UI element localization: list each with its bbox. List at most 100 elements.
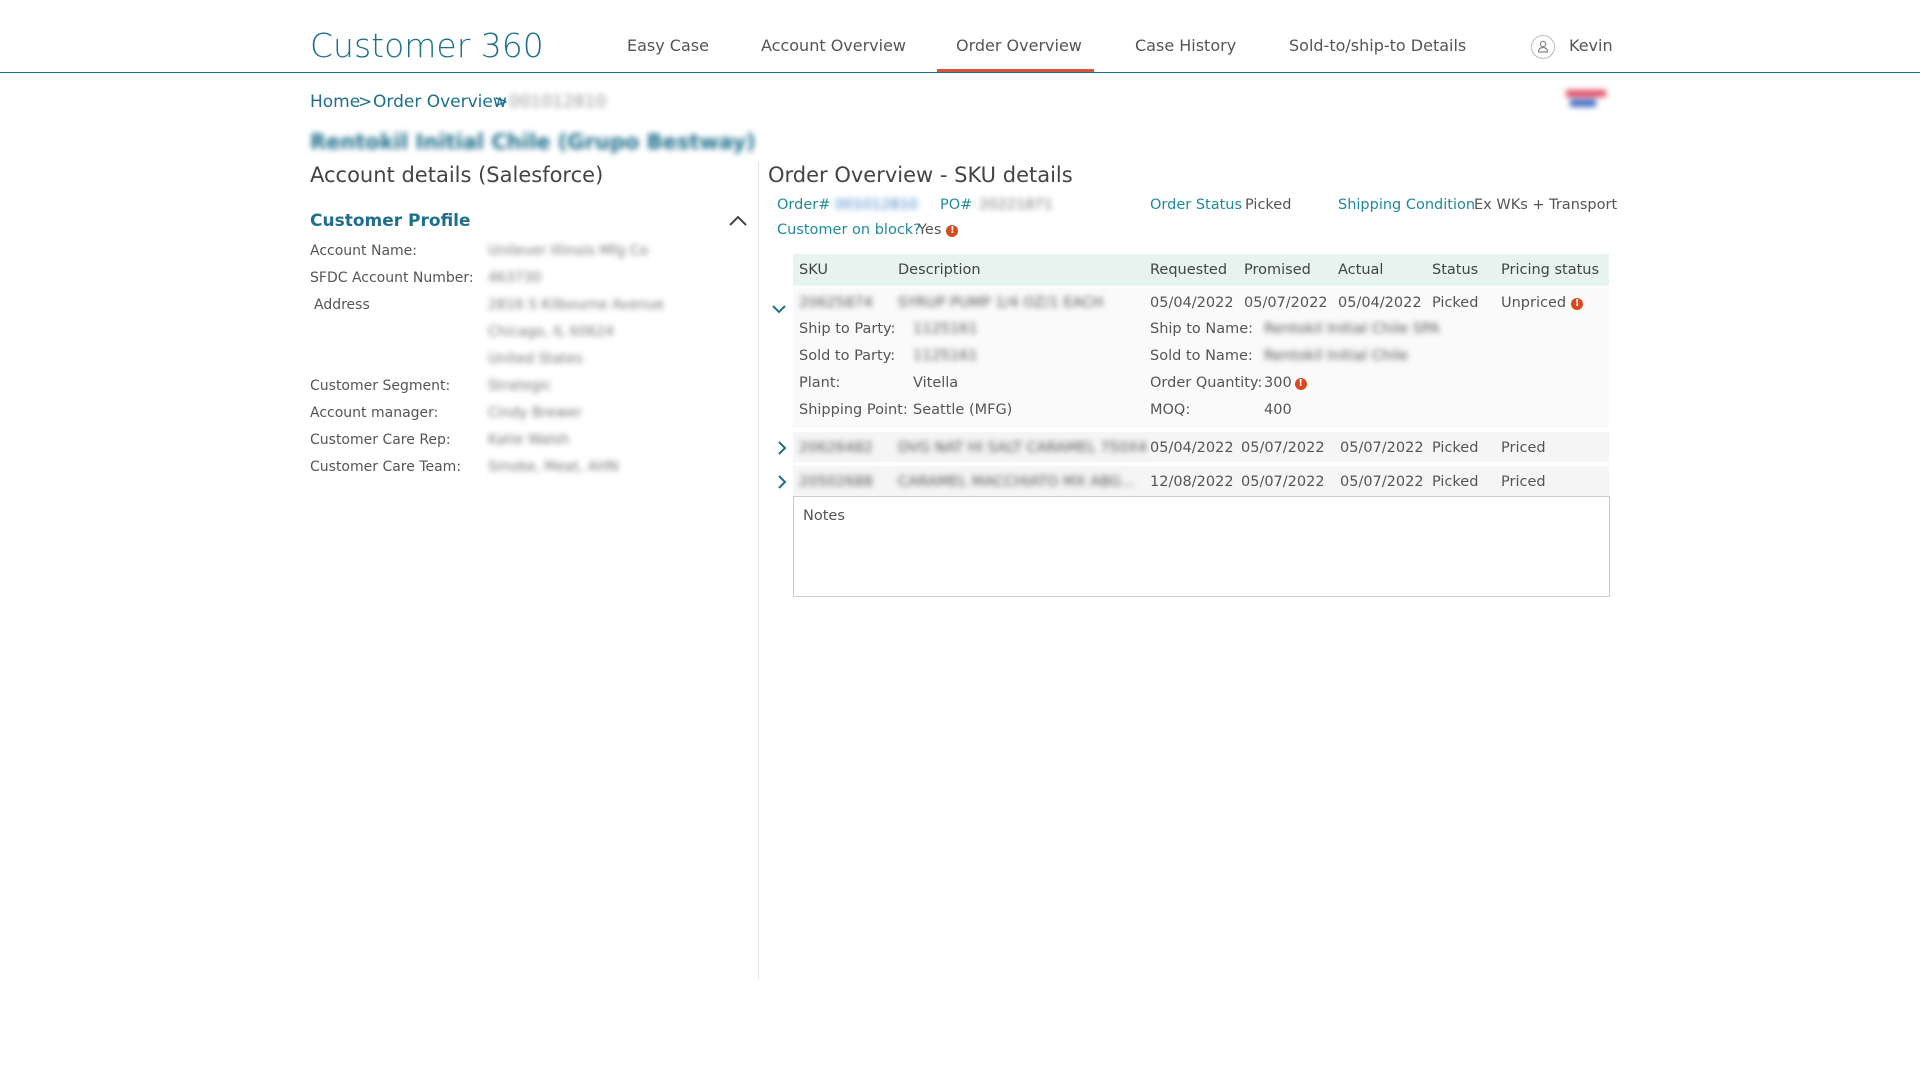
order-status-label: Order Status <box>1150 197 1243 213</box>
field-value: Smoke, Meat, AHN <box>488 459 619 475</box>
notes-label: Notes <box>803 508 845 524</box>
field-value: Katie Walsh <box>488 432 570 448</box>
detail-label: Ship to Party: <box>799 321 896 337</box>
panel-divider <box>758 162 759 979</box>
warning-icon: ! <box>1294 378 1307 390</box>
top-navigation-bar: Customer 360 Easy Case Account Overview … <box>0 0 1920 73</box>
chevron-up-icon[interactable] <box>728 212 748 231</box>
field-label: Account Name: <box>310 243 417 259</box>
shipping-condition-value: Ex WKs + Transport <box>1474 197 1618 213</box>
field-value: Chicago, IL 60624 <box>488 324 615 340</box>
breadcrumb-separator: > <box>494 92 509 112</box>
status-cell: Picked <box>1432 474 1479 490</box>
breadcrumb-home[interactable]: Home <box>310 92 360 112</box>
customer-on-block-text: Yes <box>918 222 942 238</box>
customer-on-block-label: Customer on block? <box>777 222 921 238</box>
requested-cell: 05/04/2022 <box>1150 440 1234 456</box>
field-value: Strategic <box>488 378 552 394</box>
customer-profile-title: Customer Profile <box>310 211 471 231</box>
description-cell: CARAMEL MACCHIATO MX ABG... <box>898 474 1135 490</box>
detail-label: Plant: <box>799 375 841 391</box>
po-number-label: PO# <box>940 197 973 213</box>
breadcrumb-separator: > <box>358 92 373 112</box>
pricing-status-cell: Priced <box>1501 474 1546 490</box>
pricing-status-text: Unpriced <box>1501 295 1567 311</box>
tab-sold-to-ship-to-details[interactable]: Sold-to/ship-to Details <box>1289 36 1466 55</box>
chevron-down-icon[interactable] <box>772 299 786 318</box>
breadcrumb-current-order: 001012810 <box>509 92 607 112</box>
user-name[interactable]: Kevin <box>1569 36 1613 55</box>
chevron-right-icon[interactable] <box>777 440 787 459</box>
field-label: Account manager: <box>310 405 439 421</box>
description-cell: DVG NAT HI SALT CARAMEL 750X4 <box>898 440 1148 456</box>
account-details-title: Account details (Salesforce) <box>310 163 604 187</box>
column-header-requested[interactable]: Requested <box>1150 262 1227 278</box>
field-label: SFDC Account Number: <box>310 270 474 286</box>
actual-cell: 05/07/2022 <box>1340 474 1424 490</box>
status-cell: Picked <box>1432 440 1479 456</box>
order-number-label: Order# <box>777 197 831 213</box>
customer-on-block-value: Yes! <box>918 222 959 238</box>
column-header-status[interactable]: Status <box>1432 262 1478 278</box>
field-value: 463730 <box>488 270 542 286</box>
detail-value: Vitella <box>913 375 959 391</box>
order-number-link[interactable]: 001012810 <box>835 197 918 213</box>
tab-easy-case[interactable]: Easy Case <box>627 36 709 55</box>
company-logo <box>1566 90 1610 108</box>
active-tab-indicator <box>937 69 1094 72</box>
promised-cell: 05/07/2022 <box>1241 474 1325 490</box>
column-header-pricing-status[interactable]: Pricing status <box>1501 262 1599 278</box>
status-cell: Picked <box>1432 295 1479 311</box>
pricing-status-cell: Unpriced! <box>1501 295 1584 311</box>
notes-box[interactable]: Notes <box>793 496 1610 597</box>
shipping-condition-label: Shipping Condition <box>1338 197 1476 213</box>
order-status-value: Picked <box>1245 197 1292 213</box>
chevron-right-icon[interactable] <box>777 474 787 493</box>
actual-cell: 05/07/2022 <box>1340 440 1424 456</box>
field-value: Unilever Illinois Mfg Co <box>488 243 649 259</box>
field-label: Customer Care Team: <box>310 459 462 475</box>
order-quantity-text: 300 <box>1264 375 1292 391</box>
detail-label: Sold to Party: <box>799 348 896 364</box>
detail-value: Rentokil Initial Chile SPA <box>1264 321 1440 337</box>
detail-value: 400 <box>1264 402 1292 418</box>
detail-label: MOQ: <box>1150 402 1191 418</box>
tab-account-overview[interactable]: Account Overview <box>761 36 906 55</box>
column-header-actual[interactable]: Actual <box>1338 262 1383 278</box>
detail-value: Rentokil Initial Chile <box>1264 348 1409 364</box>
sku-cell: 20625874 <box>799 295 873 311</box>
promised-cell: 05/07/2022 <box>1241 440 1325 456</box>
detail-label: Ship to Name: <box>1150 321 1254 337</box>
detail-value: 1125161 <box>913 348 978 364</box>
warning-icon: ! <box>946 225 959 237</box>
app-title: Customer 360 <box>310 26 544 65</box>
requested-cell: 05/04/2022 <box>1150 295 1234 311</box>
warning-icon: ! <box>1571 298 1584 310</box>
sku-cell: 20626482 <box>799 440 873 456</box>
pricing-status-cell: Priced <box>1501 440 1546 456</box>
tab-case-history[interactable]: Case History <box>1135 36 1236 55</box>
field-label: Customer Segment: <box>310 378 451 394</box>
user-avatar-icon[interactable] <box>1531 35 1555 59</box>
breadcrumb-order-overview[interactable]: Order Overview <box>373 92 507 112</box>
field-label: Customer Care Rep: <box>310 432 451 448</box>
field-value: Cindy Brewer <box>488 405 582 421</box>
field-label: Address <box>314 297 370 313</box>
column-header-promised[interactable]: Promised <box>1244 262 1311 278</box>
sku-cell: 20502688 <box>799 474 873 490</box>
detail-label: Shipping Point: <box>799 402 908 418</box>
detail-label: Order Quantity: <box>1150 375 1263 391</box>
order-quantity-value: 300! <box>1264 375 1307 391</box>
description-cell: SYRUP PUMP 1/4 OZ/1 EACH <box>898 295 1104 311</box>
column-header-sku[interactable]: SKU <box>799 262 828 278</box>
actual-cell: 05/04/2022 <box>1338 295 1422 311</box>
column-header-description[interactable]: Description <box>898 262 981 278</box>
po-number-value: 20221871 <box>979 197 1053 213</box>
field-value: United States <box>488 351 583 367</box>
detail-label: Sold to Name: <box>1150 348 1253 364</box>
tab-order-overview[interactable]: Order Overview <box>956 36 1082 55</box>
field-value: 2816 S Kilbourne Avenue <box>488 297 665 313</box>
account-name-heading: Rentokil Initial Chile (Grupo Bestway) <box>310 130 756 154</box>
sku-details-title: Order Overview - SKU details <box>768 163 1073 187</box>
requested-cell: 12/08/2022 <box>1150 474 1234 490</box>
